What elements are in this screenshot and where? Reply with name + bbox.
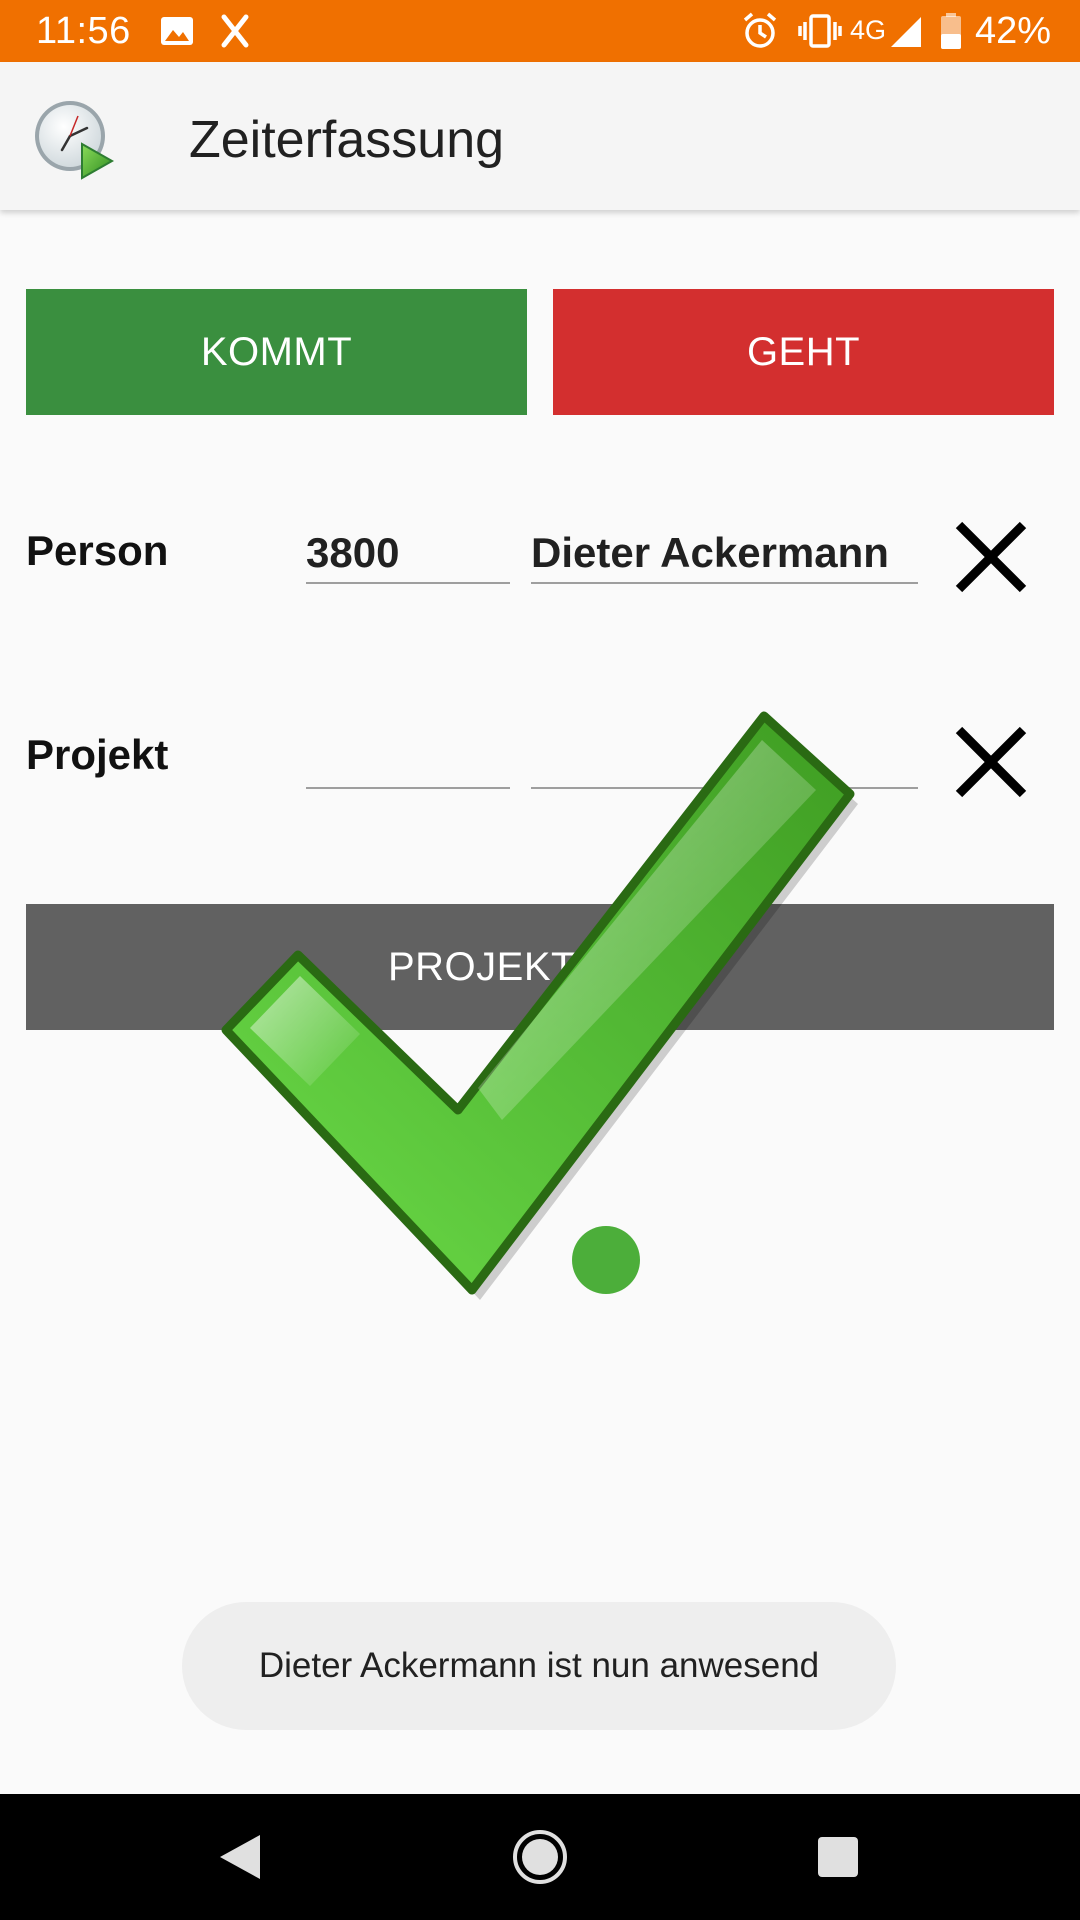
battery-icon: [941, 13, 961, 49]
image-icon: [161, 17, 193, 45]
alarm-icon: [743, 12, 777, 48]
signal-icon: [891, 17, 921, 47]
clear-project-close-icon[interactable]: [951, 722, 1031, 802]
project-id-field[interactable]: [306, 727, 510, 789]
clock-play-icon: [35, 101, 115, 180]
vibrate-icon: [798, 14, 842, 48]
app-bar: Zeiterfassung: [0, 62, 1080, 210]
nav-bar: [0, 1794, 1080, 1920]
home-icon[interactable]: [510, 1827, 570, 1887]
app-title: Zeiterfassung: [189, 111, 505, 169]
status-bar: 11:56 4G 42%: [0, 0, 1080, 62]
person-label: Person: [26, 527, 169, 574]
clear-person-close-icon[interactable]: [951, 517, 1031, 597]
person-name-field[interactable]: Dieter Ackermann: [531, 522, 918, 584]
back-icon[interactable]: [212, 1827, 272, 1887]
battery-percent: 42%: [975, 10, 1052, 52]
x-app-icon: [221, 14, 249, 48]
recents-icon[interactable]: [808, 1827, 868, 1887]
person-id-field[interactable]: 3800: [306, 522, 510, 584]
kommt-button[interactable]: KOMMT: [26, 289, 527, 415]
geht-button[interactable]: GEHT: [553, 289, 1054, 415]
project-label: Projekt: [26, 731, 169, 778]
status-time: 11:56: [36, 10, 131, 52]
project-select-button[interactable]: PROJEKTWAHL: [26, 904, 1054, 1030]
toast-message: Dieter Ackermann ist nun anwesend: [182, 1602, 896, 1730]
network-type: 4G: [850, 15, 887, 45]
project-name-field[interactable]: [531, 727, 918, 789]
